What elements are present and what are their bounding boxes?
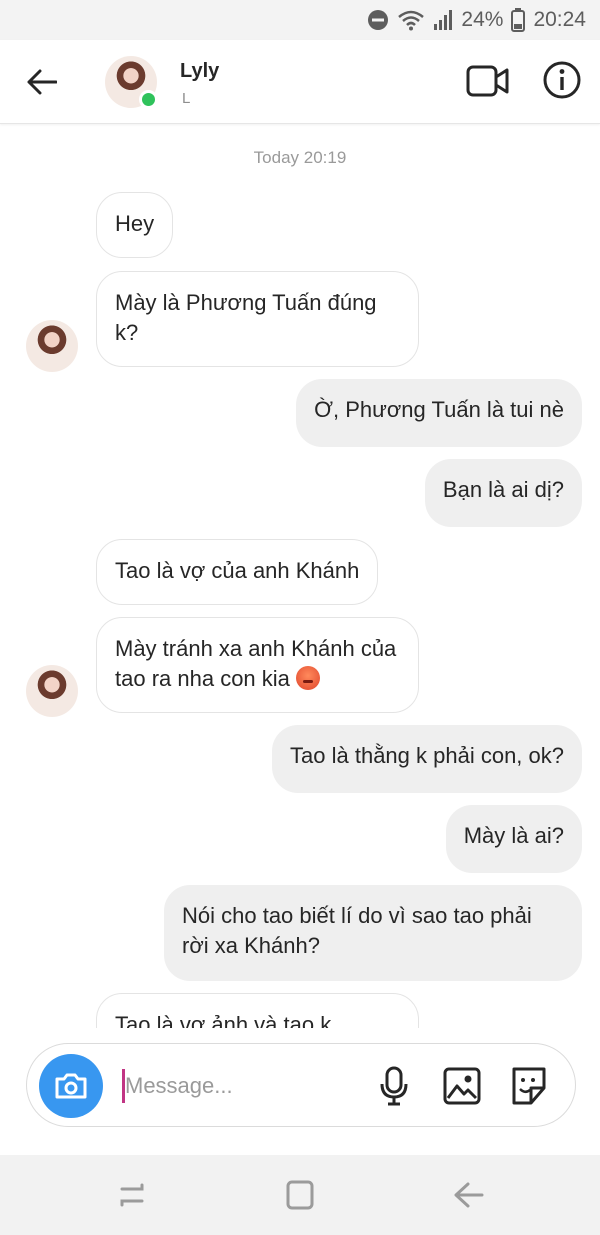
chat-header: Lyly L (0, 40, 600, 124)
wifi-icon (397, 9, 425, 31)
info-icon (543, 61, 581, 99)
home-button[interactable] (280, 1177, 320, 1213)
microphone-icon (380, 1066, 408, 1106)
contact-subtitle: L (182, 90, 191, 107)
video-camera-icon (466, 65, 509, 97)
message-input[interactable] (125, 1068, 345, 1104)
back-button[interactable] (22, 64, 62, 100)
message-composer (26, 1043, 576, 1127)
incoming-message[interactable]: Tao là vợ ảnh và tao k (96, 993, 419, 1028)
incoming-message[interactable]: Mày là Phương Tuấn đúng k? (96, 271, 419, 367)
back-arrow-icon (27, 69, 57, 95)
back-icon (454, 1182, 484, 1208)
video-call-button[interactable] (466, 64, 510, 98)
outgoing-message[interactable]: Bạn là ai dị? (424, 459, 582, 527)
battery-percent: 24% (461, 8, 504, 31)
status-time: 20:24 (533, 8, 586, 31)
status-bar: 24% 20:24 (0, 0, 600, 40)
sender-avatar[interactable] (26, 665, 78, 717)
recent-apps-button[interactable] (112, 1177, 152, 1213)
recent-apps-icon (120, 1183, 144, 1207)
angry-face-emoji-icon (295, 666, 320, 690)
do-not-disturb-icon (367, 9, 389, 31)
microphone-button[interactable] (377, 1066, 411, 1106)
gallery-icon (443, 1067, 481, 1105)
online-status-indicator (139, 90, 158, 109)
outgoing-message[interactable]: Tao là thằng k phải con, ok? (272, 725, 582, 793)
camera-icon (55, 1073, 87, 1099)
incoming-message[interactable]: Mày tránh xa anh Khánh của tao ra nha co… (96, 617, 419, 713)
signal-icon (433, 9, 453, 31)
incoming-message[interactable]: Hey (96, 192, 174, 258)
message-thread[interactable]: Today 20:19 Hey Mày là Phương Tuấn đúng … (0, 125, 600, 1028)
info-button[interactable] (542, 60, 582, 100)
contact-name[interactable]: Lyly (180, 60, 219, 83)
outgoing-message[interactable]: Nói cho tao biết lí do vì sao tao phải r… (164, 885, 582, 981)
home-icon (286, 1180, 314, 1210)
outgoing-message[interactable]: Mày là ai? (445, 805, 582, 873)
sticker-icon (512, 1067, 546, 1105)
system-nav-bar (0, 1155, 600, 1235)
incoming-message[interactable]: Tao là vợ của anh Khánh (96, 539, 379, 605)
battery-icon (511, 8, 526, 32)
message-text: Mày tránh xa anh Khánh của tao ra nha co… (115, 636, 397, 691)
thread-timestamp: Today 20:19 (253, 148, 347, 167)
camera-button[interactable] (39, 1054, 103, 1118)
sticker-button[interactable] (509, 1066, 549, 1106)
gallery-button[interactable] (443, 1066, 481, 1106)
system-back-button[interactable] (448, 1177, 488, 1213)
outgoing-message[interactable]: Ờ, Phương Tuấn là tui nè (296, 379, 582, 447)
sender-avatar[interactable] (26, 320, 78, 372)
